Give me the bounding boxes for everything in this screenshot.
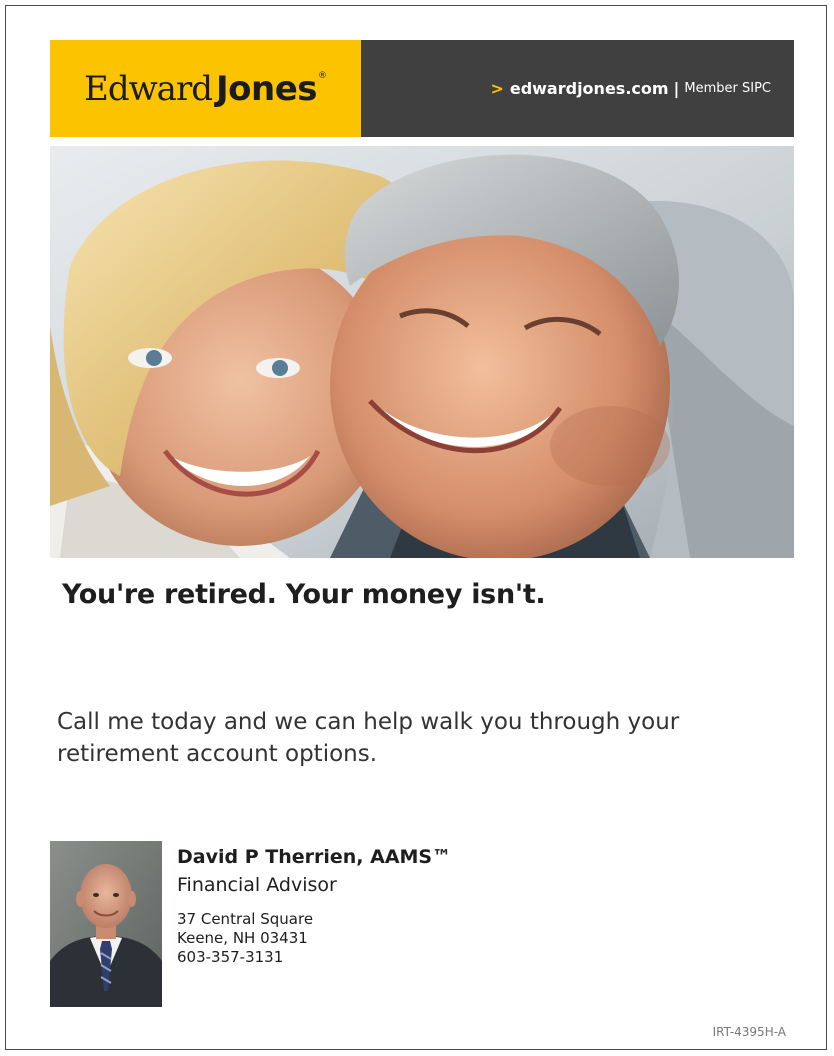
advisor-title: Financial Advisor [177,874,337,896]
registered-mark: ® [318,70,327,81]
member-sipc: Member SIPC [684,81,771,96]
advisor-portrait-icon [50,841,162,1007]
couple-photo-icon [50,146,794,558]
logo-block: Edward Jones® [50,40,361,137]
advisor-info: David P Therrien, AAMS™ Financial Adviso… [177,846,451,967]
address-line-2: Keene, NH 03431 [177,929,308,947]
website-link[interactable]: edwardjones.com [510,79,669,98]
hero-image [50,146,794,558]
body-copy: Call me today and we can help walk you t… [57,709,680,767]
ad-code: IRT-4395H-A [712,1025,786,1039]
advisor-contact: 37 Central Square Keene, NH 03431 603-35… [177,910,451,967]
logo-first-word: Edward [84,68,213,109]
advisor-photo [50,841,162,1007]
header-banner: Edward Jones® > edwardjones.com | Member … [50,40,794,137]
arrow-icon: > [490,79,504,98]
website-banner: > edwardjones.com | Member SIPC [361,40,794,137]
edward-jones-logo: Edward Jones® [84,69,327,109]
headline: You're retired. Your money isn't. [62,579,546,610]
address-line-1: 37 Central Square [177,910,314,928]
separator: | [673,79,680,98]
advisor-name: David P Therrien, AAMS™ [177,846,452,868]
logo-last-word: Jones [215,68,318,109]
advertisement: Edward Jones® > edwardjones.com | Member … [5,5,827,1050]
phone-number[interactable]: 603-357-3131 [177,948,451,967]
